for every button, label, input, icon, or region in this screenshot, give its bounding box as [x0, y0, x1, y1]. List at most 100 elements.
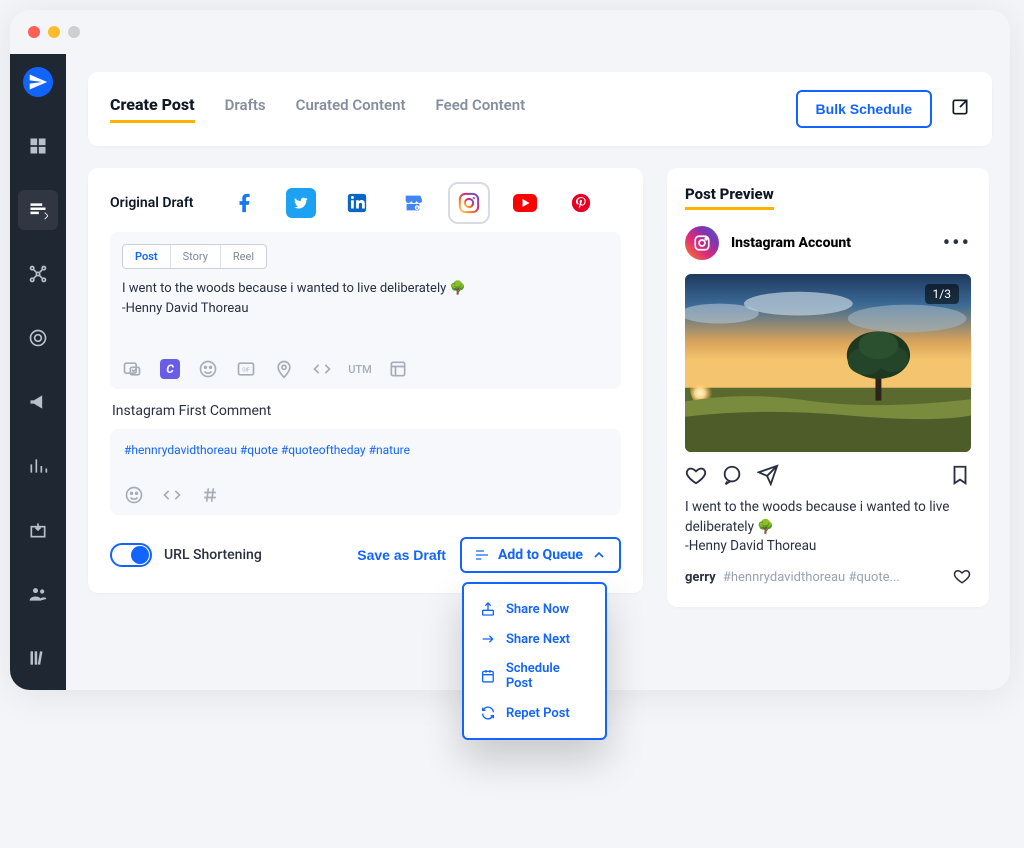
svg-text:GIF: GIF	[242, 368, 250, 374]
window-titlebar	[10, 10, 1010, 54]
arrow-right-icon	[480, 631, 496, 647]
subtab-reel[interactable]: Reel	[221, 245, 266, 268]
network-pinterest-icon[interactable]	[566, 188, 596, 218]
content-tabs-bar: Create Post Drafts Curated Content Feed …	[88, 72, 992, 146]
queue-opt-label: Share Next	[506, 632, 570, 647]
calendar-icon	[480, 668, 496, 684]
app-window: Create Post Drafts Curated Content Feed …	[10, 10, 1010, 690]
gif-icon[interactable]: GIF	[236, 359, 256, 379]
sidebar-item-team[interactable]	[18, 574, 58, 614]
post-editor-card: Original Draft G	[88, 168, 643, 593]
instagram-avatar-icon	[685, 226, 719, 260]
more-icon[interactable]: •••	[943, 231, 971, 256]
preview-title: Post Preview	[685, 185, 774, 210]
inbox-icon	[28, 520, 48, 540]
queue-icon	[474, 547, 490, 563]
code-icon[interactable]	[312, 359, 332, 379]
lifebuoy-icon	[28, 328, 48, 348]
save-draft-button[interactable]: Save as Draft	[357, 547, 446, 563]
sidebar-item-inbox[interactable]	[18, 510, 58, 550]
preview-image: 1/3	[685, 274, 971, 452]
draft-input-area: Post Story Reel I went to the woods beca…	[110, 232, 621, 389]
compose-icon	[28, 200, 48, 220]
megaphone-icon	[28, 392, 48, 412]
preview-hashtags: #hennrydavidthoreau #quote...	[723, 570, 900, 585]
network-icon	[28, 264, 48, 284]
preview-username: gerry	[685, 570, 716, 585]
media-icon[interactable]	[122, 359, 142, 379]
sidebar-item-megaphone[interactable]	[18, 382, 58, 422]
queue-opt-label: Schedule Post	[506, 661, 589, 691]
svg-text:G: G	[416, 206, 418, 210]
queue-opt-label: Repet Post	[506, 706, 570, 721]
emoji-icon[interactable]	[124, 485, 144, 505]
add-to-queue-label: Add to Queue	[498, 547, 583, 563]
url-shortening-label: URL Shortening	[164, 547, 262, 563]
refresh-icon	[480, 705, 496, 721]
sidebar-item-analytics[interactable]	[18, 446, 58, 486]
draft-line1: I went to the woods because i wanted to …	[122, 281, 466, 296]
tab-feed[interactable]: Feed Content	[436, 96, 526, 123]
sidebar-item-dashboard[interactable]	[18, 126, 58, 166]
network-twitter-icon[interactable]	[286, 188, 316, 218]
share-icon	[480, 601, 496, 617]
sidebar-logo[interactable]	[18, 62, 58, 102]
network-facebook-icon[interactable]	[230, 188, 260, 218]
queue-option-schedule[interactable]: Schedule Post	[470, 654, 599, 698]
preview-account-name: Instagram Account	[731, 235, 851, 251]
sidebar-item-lifecycle[interactable]	[18, 318, 58, 358]
queue-opt-label: Share Now	[506, 602, 569, 617]
chart-icon	[28, 456, 48, 476]
tab-create-post[interactable]: Create Post	[110, 95, 195, 123]
tab-drafts[interactable]: Drafts	[225, 96, 266, 123]
grid-icon	[28, 136, 48, 156]
bookmark-icon[interactable]	[949, 464, 971, 490]
add-to-queue-button[interactable]: Add to Queue Share Now Sha	[460, 537, 621, 573]
draft-line2: -Henny David Thoreau	[122, 301, 249, 316]
utm-icon[interactable]: UTM	[350, 359, 370, 379]
emoji-icon[interactable]	[198, 359, 218, 379]
subtab-story[interactable]: Story	[171, 245, 221, 268]
first-comment-input[interactable]: #hennrydavidthoreau #quote #quoteoftheda…	[124, 443, 607, 457]
bulk-schedule-button[interactable]: Bulk Schedule	[796, 90, 932, 128]
paper-plane-icon	[23, 67, 53, 97]
location-icon[interactable]	[274, 359, 294, 379]
network-linkedin-icon[interactable]	[342, 188, 372, 218]
queue-dropdown-menu: Share Now Share Next Schedule Post	[462, 582, 607, 740]
minimize-window-button[interactable]	[48, 26, 60, 38]
queue-option-share-now[interactable]: Share Now	[470, 594, 599, 624]
send-icon[interactable]	[757, 464, 779, 490]
sidebar-item-compose[interactable]	[18, 190, 58, 230]
close-window-button[interactable]	[28, 26, 40, 38]
hashtag-icon[interactable]	[200, 485, 220, 505]
queue-option-repeat[interactable]: Repet Post	[470, 698, 599, 728]
network-google-business-icon[interactable]: G	[398, 188, 428, 218]
preview-caption: I went to the woods because i wanted to …	[685, 498, 971, 557]
url-shortening-toggle[interactable]	[110, 543, 152, 567]
network-youtube-icon[interactable]	[510, 188, 540, 218]
network-instagram-icon[interactable]	[454, 188, 484, 218]
like-icon[interactable]	[953, 567, 971, 589]
queue-option-share-next[interactable]: Share Next	[470, 624, 599, 654]
sidebar-item-network[interactable]	[18, 254, 58, 294]
first-comment-label: Instagram First Comment	[112, 403, 621, 419]
sidebar-item-library[interactable]	[18, 638, 58, 678]
expand-icon[interactable]	[950, 97, 970, 121]
like-icon[interactable]	[685, 464, 707, 490]
subtab-post[interactable]: Post	[123, 245, 171, 268]
first-comment-area: #hennrydavidthoreau #quote #quoteoftheda…	[110, 429, 621, 515]
comment-icon[interactable]	[721, 464, 743, 490]
original-draft-label: Original Draft	[110, 195, 194, 211]
canva-icon[interactable]: C	[160, 359, 180, 379]
image-counter-badge: 1/3	[925, 284, 959, 304]
draft-text-input[interactable]: I went to the woods because i wanted to …	[122, 279, 609, 337]
post-preview-card: Post Preview Instagram Account •••	[667, 168, 989, 607]
team-icon	[28, 584, 48, 604]
chevron-up-icon	[591, 547, 607, 563]
code-icon[interactable]	[162, 485, 182, 505]
maximize-window-button[interactable]	[68, 26, 80, 38]
template-icon[interactable]	[388, 359, 408, 379]
library-icon	[28, 648, 48, 668]
tab-curated[interactable]: Curated Content	[296, 96, 406, 123]
sidebar	[10, 54, 66, 690]
